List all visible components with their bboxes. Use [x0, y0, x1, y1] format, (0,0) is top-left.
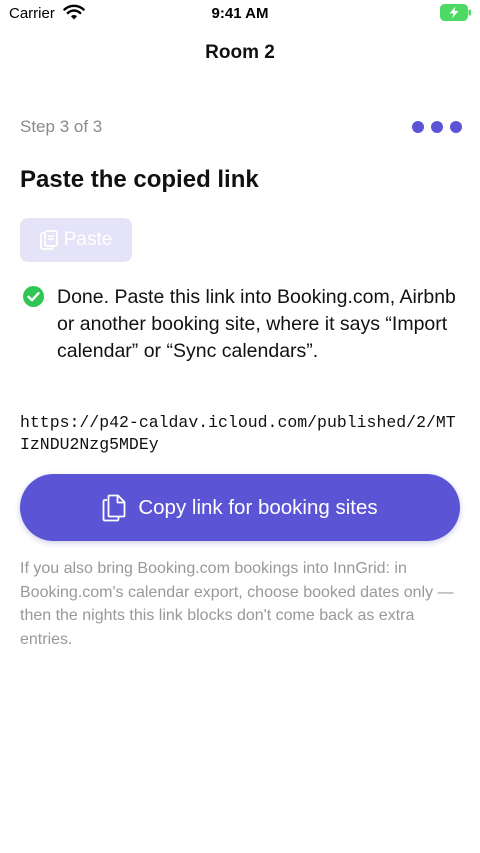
copy-document-icon	[102, 494, 126, 521]
paste-clipboard-icon	[39, 230, 58, 250]
copy-link-button-label: Copy link for booking sites	[138, 495, 378, 519]
paste-button[interactable]: Paste	[20, 218, 132, 262]
footnote-text: If you also bring Booking.com bookings i…	[20, 560, 454, 648]
calendar-link-url: https://p42-caldav.icloud.com/published/…	[20, 413, 456, 454]
battery-charging-icon	[440, 4, 471, 21]
done-message: Done. Paste this link into Booking.com, …	[57, 286, 456, 362]
progress-dot	[450, 121, 462, 133]
clock-time: 9:41 AM	[211, 5, 269, 22]
step-progress-dots-icon	[410, 119, 462, 135]
nav-title: Room 2	[205, 42, 275, 63]
check-circle-icon	[23, 286, 44, 307]
paste-button-label: Paste	[63, 229, 113, 250]
page-heading: Paste the copied link	[20, 166, 259, 193]
copy-link-button[interactable]: Copy link for booking sites	[20, 474, 460, 541]
status-bar: Carrier 9:41 AM	[0, 0, 480, 28]
progress-dot	[431, 121, 443, 133]
step-label: Step 3 of 3	[20, 117, 103, 136]
progress-dot	[412, 121, 424, 133]
